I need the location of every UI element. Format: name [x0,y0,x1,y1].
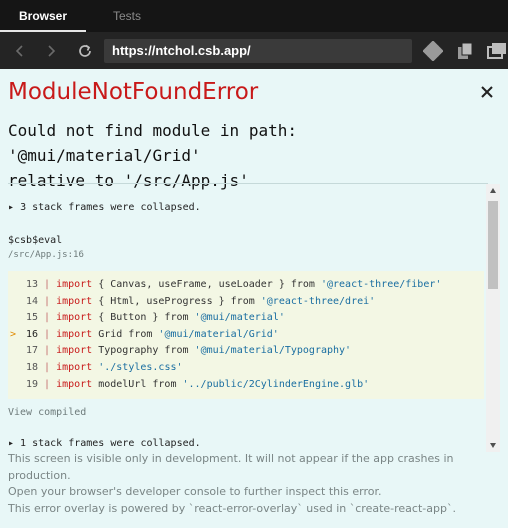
error-message: Could not find module in path: '@mui/mat… [8,118,488,193]
gutter-bar: | [38,279,57,290]
close-icon [481,86,493,98]
code-keyword: import [56,295,93,307]
code-text: { Html, useProgress } from [92,295,261,307]
code-line: 17 | import Typography from '@mui/materi… [8,343,484,360]
gutter-bar: | [38,328,57,340]
footer-line-1: This screen is visible only in developme… [8,452,454,482]
code-text: Grid from [92,328,159,340]
collapsed-frames-toggle[interactable]: ▸ 3 stack frames were collapsed. [8,202,201,213]
code-text: Typography from [92,345,195,357]
collapsed-frames-label: 3 stack frames were collapsed. [20,202,201,213]
scroll-down-arrow-icon[interactable] [489,441,497,449]
windows-icon[interactable] [486,41,506,61]
code-string: '@mui/material' [194,312,285,324]
line-number: 14 [25,295,38,307]
code-text: { Button } from [92,312,195,324]
code-keyword: import [56,345,93,357]
gutter-bar: | [38,378,57,390]
tab-bar: Browser Tests [0,0,508,32]
gutter-bar: | [38,345,57,357]
forward-button[interactable] [40,40,62,62]
code-line: 18 | import './styles.css' [8,360,484,377]
line-number: 15 [25,312,38,324]
code-line: 13 | import { Canvas, useFrame, useLoade… [8,277,484,294]
error-message-line-1: Could not find module in path: '@mui/mat… [8,121,297,165]
code-keyword: import [56,279,93,290]
gutter-bar: | [38,312,57,324]
scrollbar-thumb[interactable] [488,201,498,289]
view-compiled-link[interactable]: View compiled [8,407,86,418]
stack-frame-function: $csb$eval [8,235,63,246]
stack-frame-location[interactable]: /src/App.js:16 [8,250,84,260]
line-number: 17 [25,345,38,357]
forward-arrow-icon [48,45,56,57]
error-line-marker: > [9,328,22,340]
code-string: './styles.css' [98,361,183,373]
code-line: > 16 | import Grid from '@mui/material/G… [8,327,484,344]
code-text: modelUrl from [92,378,183,390]
back-button[interactable] [9,40,31,62]
refresh-icon [79,44,91,57]
browser-toolbar: https://ntchol.csb.app/ [0,32,508,69]
back-arrow-icon [15,45,23,57]
close-button[interactable] [478,83,496,101]
code-string: '../public/2CylinderEngine.glb' [182,378,370,390]
line-number: 13 [25,279,38,290]
code-keyword: import [56,328,93,340]
refresh-button[interactable] [74,40,96,62]
copy-icon[interactable] [455,41,475,61]
footer-line-2: Open your browser's developer console to… [8,485,382,498]
scroll-up-arrow-icon[interactable] [489,187,497,195]
footer-notes: This screen is visible only in developme… [8,451,500,517]
code-keyword: import [56,312,93,324]
footer-line-3: This error overlay is powered by `react-… [8,501,456,515]
line-number: 19 [25,378,38,390]
error-title: ModuleNotFoundError [8,79,259,105]
line-number: 16 [25,328,38,340]
tab-browser[interactable]: Browser [0,0,86,32]
line-number: 18 [25,361,38,373]
caret-right-icon: ▸ [8,202,15,213]
code-snippet: 13 | import { Canvas, useFrame, useLoade… [8,271,484,399]
tab-tests[interactable]: Tests [86,0,168,32]
code-line: 15 | import { Button } from '@mui/materi… [8,310,484,327]
collapsed-frames-toggle-2[interactable]: ▸ 1 stack frames were collapsed. [8,438,201,449]
code-string: '@mui/material/Grid' [158,328,279,340]
scrollbar[interactable] [486,184,500,452]
code-string: '@react-three/drei' [260,295,376,307]
puzzle-icon[interactable] [422,40,444,62]
code-line: 19 | import modelUrl from '../public/2Cy… [8,377,484,394]
code-string: '@mui/material/Typography' [194,345,352,357]
code-keyword: import [56,378,93,390]
code-line: 14 | import { Html, useProgress } from '… [8,294,484,311]
code-text: { Canvas, useFrame, useLoader } from [92,279,321,290]
code-string: '@react-three/fiber' [320,279,442,290]
code-keyword: import [56,361,93,373]
url-input[interactable]: https://ntchol.csb.app/ [104,39,412,63]
gutter-bar: | [38,295,57,307]
error-overlay: ModuleNotFoundError Could not find modul… [0,69,508,528]
stack-trace-scroll-area[interactable]: ▸ 3 stack frames were collapsed. $csb$ev… [0,184,508,452]
gutter-bar: | [38,361,57,373]
